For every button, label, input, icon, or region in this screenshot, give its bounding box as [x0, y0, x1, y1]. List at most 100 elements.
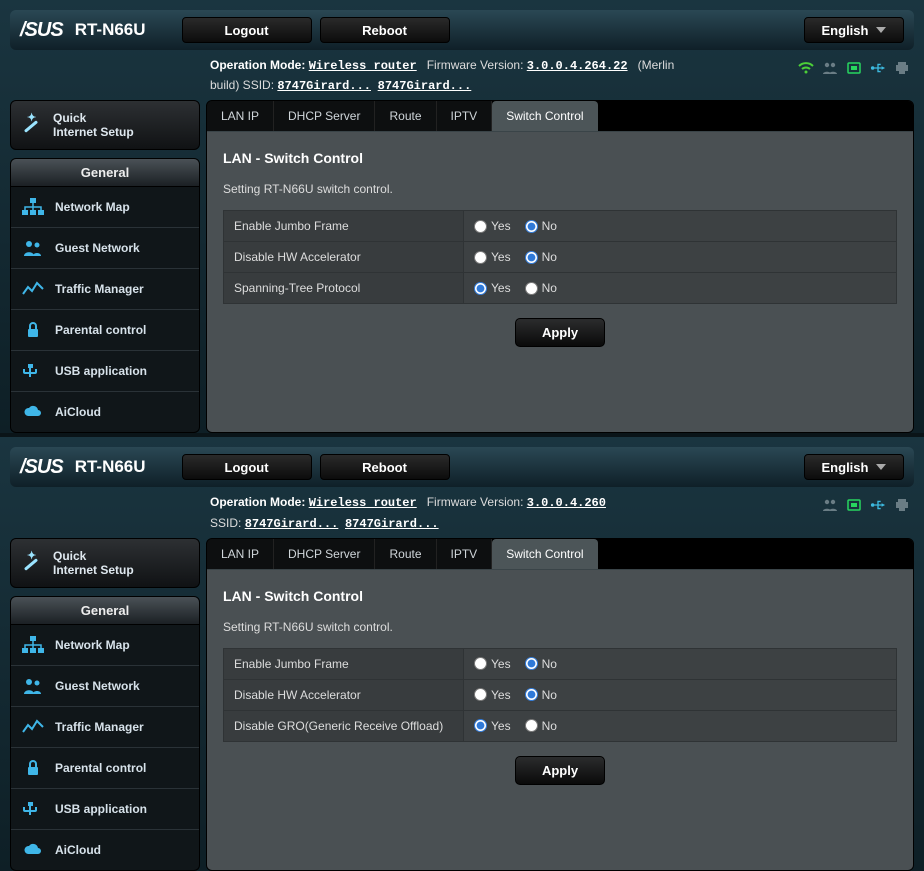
op-mode-label: Operation Mode: — [210, 495, 305, 509]
tab-dhcp server[interactable]: DHCP Server — [274, 101, 375, 131]
wand-icon — [21, 113, 45, 137]
setting-row: Disable HW Accelerator Yes No — [224, 242, 897, 273]
radio-yes[interactable]: Yes — [474, 250, 511, 264]
topbar: /SUS RT-N66U Logout Reboot English — [10, 10, 914, 50]
radio-no[interactable]: No — [525, 250, 557, 264]
radio-yes[interactable]: Yes — [474, 281, 511, 295]
language-select[interactable]: English — [804, 454, 904, 480]
sidebar-item-label: Parental control — [55, 761, 146, 775]
reboot-button[interactable]: Reboot — [320, 454, 450, 480]
sidebar-item-label: Network Map — [55, 200, 130, 214]
sidebar-item-label: AiCloud — [55, 843, 101, 857]
sidebar-item-label: Traffic Manager — [55, 720, 144, 734]
radio-yes[interactable]: Yes — [474, 657, 511, 671]
logout-button[interactable]: Logout — [182, 454, 312, 480]
logout-button[interactable]: Logout — [182, 17, 312, 43]
apply-button[interactable]: Apply — [515, 318, 605, 347]
radio-no[interactable]: No — [525, 688, 557, 702]
tab-iptv[interactable]: IPTV — [437, 101, 493, 131]
page-title: LAN - Switch Control — [223, 150, 897, 166]
page-title: LAN - Switch Control — [223, 588, 897, 604]
setting-row: Spanning-Tree Protocol Yes No — [224, 273, 897, 304]
printer-icon — [894, 60, 910, 76]
status-icons — [822, 493, 910, 513]
ssid-link-2[interactable]: 8747Girard... — [378, 79, 472, 93]
sidebar-item-label: USB application — [55, 364, 147, 378]
radio-yes[interactable]: Yes — [474, 719, 511, 733]
setting-label: Disable HW Accelerator — [224, 242, 464, 273]
radio-no[interactable]: No — [525, 281, 557, 295]
sidebar-item-1[interactable]: Guest Network — [11, 666, 199, 707]
setting-row: Enable Jumbo Frame Yes No — [224, 648, 897, 679]
fw-link[interactable]: 3.0.0.4.264.22 — [527, 59, 628, 73]
menu-icon — [21, 717, 45, 737]
sidebar-item-1[interactable]: Guest Network — [11, 228, 199, 269]
sidebar-item-0[interactable]: Network Map — [11, 187, 199, 228]
sidebar-item-5[interactable]: AiCloud — [11, 392, 199, 432]
radio-no[interactable]: No — [525, 219, 557, 233]
tab-lan ip[interactable]: LAN IP — [207, 101, 274, 131]
op-mode-link[interactable]: Wireless router — [309, 59, 417, 73]
status-line: Operation Mode: Wireless router Firmware… — [210, 493, 822, 533]
tab-bar: LAN IPDHCP ServerRouteIPTVSwitch Control — [207, 101, 913, 132]
ssid-link-1[interactable]: 8747Girard... — [277, 79, 371, 93]
usb-icon — [870, 60, 886, 76]
setting-label: Disable GRO(Generic Receive Offload) — [224, 710, 464, 741]
ssid-link-2[interactable]: 8747Girard... — [345, 517, 439, 531]
users-icon — [822, 497, 838, 513]
menu-icon — [21, 635, 45, 655]
sidebar-item-5[interactable]: AiCloud — [11, 830, 199, 870]
status-icons — [798, 56, 910, 76]
tab-lan ip[interactable]: LAN IP — [207, 539, 274, 569]
sidebar-item-0[interactable]: Network Map — [11, 625, 199, 666]
menu-icon — [21, 402, 45, 422]
menu-icon — [21, 799, 45, 819]
quick-internet-setup[interactable]: Quick Internet Setup — [10, 538, 200, 588]
sidebar-item-4[interactable]: USB application — [11, 789, 199, 830]
sidebar-item-3[interactable]: Parental control — [11, 310, 199, 351]
setting-label: Spanning-Tree Protocol — [224, 273, 464, 304]
menu-icon — [21, 197, 45, 217]
tab-iptv[interactable]: IPTV — [437, 539, 493, 569]
setting-label: Enable Jumbo Frame — [224, 211, 464, 242]
brand-logo: /SUS — [20, 19, 63, 42]
sidebar-item-label: Network Map — [55, 638, 130, 652]
model-name: RT-N66U — [75, 20, 146, 40]
page-desc: Setting RT-N66U switch control. — [223, 620, 897, 634]
tab-dhcp server[interactable]: DHCP Server — [274, 539, 375, 569]
language-select[interactable]: English — [804, 17, 904, 43]
setting-row: Disable GRO(Generic Receive Offload) Yes… — [224, 710, 897, 741]
model-name: RT-N66U — [75, 457, 146, 477]
tab-route[interactable]: Route — [375, 101, 436, 131]
radio-no[interactable]: No — [525, 657, 557, 671]
tab-switch control[interactable]: Switch Control — [492, 101, 597, 131]
radio-yes[interactable]: Yes — [474, 219, 511, 233]
radio-yes[interactable]: Yes — [474, 688, 511, 702]
printer-icon — [894, 497, 910, 513]
wifi-icon — [798, 60, 814, 76]
sidebar-item-4[interactable]: USB application — [11, 351, 199, 392]
menu-icon — [21, 361, 45, 381]
radio-no[interactable]: No — [525, 719, 557, 733]
settings-table: Enable Jumbo Frame Yes No Disable HW Acc… — [223, 210, 897, 304]
topbar: /SUS RT-N66U Logout Reboot English — [10, 447, 914, 487]
setting-row: Enable Jumbo Frame Yes No — [224, 211, 897, 242]
ssid-link-1[interactable]: 8747Girard... — [245, 517, 339, 531]
reboot-button[interactable]: Reboot — [320, 17, 450, 43]
users-icon — [822, 60, 838, 76]
sidebar-item-3[interactable]: Parental control — [11, 748, 199, 789]
op-mode-label: Operation Mode: — [210, 58, 305, 72]
menu-icon — [21, 238, 45, 258]
op-mode-link[interactable]: Wireless router — [309, 496, 417, 510]
wand-icon — [21, 551, 45, 575]
sidebar-item-2[interactable]: Traffic Manager — [11, 707, 199, 748]
tab-route[interactable]: Route — [375, 539, 436, 569]
quick-internet-setup[interactable]: Quick Internet Setup — [10, 100, 200, 150]
fw-link[interactable]: 3.0.0.4.260 — [527, 496, 606, 510]
sidebar-item-2[interactable]: Traffic Manager — [11, 269, 199, 310]
chevron-down-icon — [876, 27, 886, 33]
tab-switch control[interactable]: Switch Control — [492, 539, 597, 569]
setting-label: Disable HW Accelerator — [224, 679, 464, 710]
setting-label: Enable Jumbo Frame — [224, 648, 464, 679]
apply-button[interactable]: Apply — [515, 756, 605, 785]
